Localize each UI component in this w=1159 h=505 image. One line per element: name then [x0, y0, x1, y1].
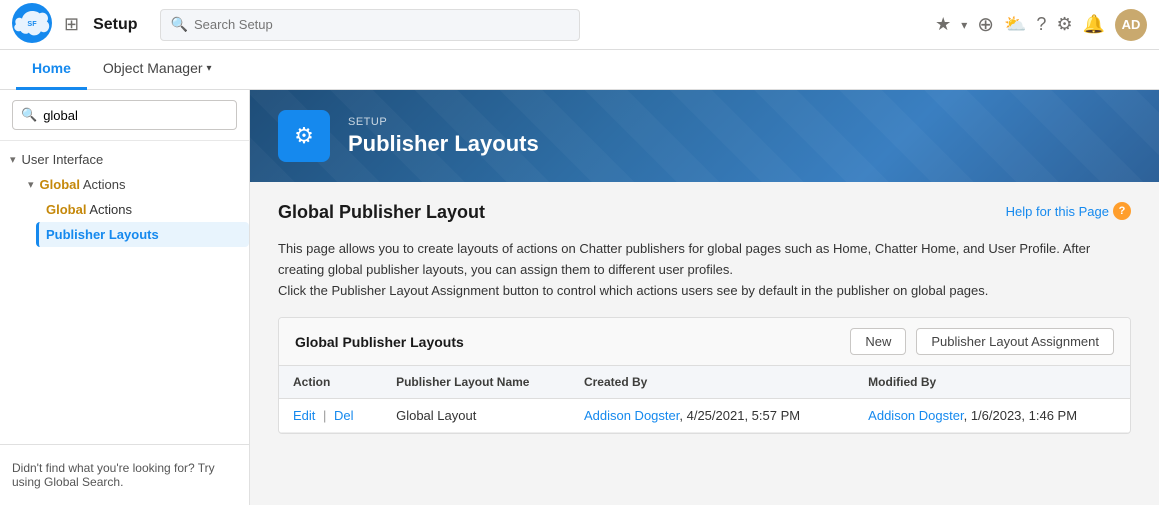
modified-by-cell: Addison Dogster, 1/6/2023, 1:46 PM: [854, 399, 1130, 433]
tab-object-manager[interactable]: Object Manager ▾: [87, 50, 228, 90]
layout-name-cell: Global Layout: [382, 399, 570, 433]
page-header-icon: ⚙: [278, 110, 330, 162]
top-nav: SF ⊞ Setup 🔍 ★ ▾ ⊕ ⛅ ? ⚙ 🔔 AD: [0, 0, 1159, 50]
publisher-layouts-table: Action Publisher Layout Name Created By …: [279, 366, 1130, 433]
sidebar-search-input[interactable]: [43, 108, 228, 123]
sidebar: 🔍 ▾ User Interface ▾ Global Actions: [0, 90, 250, 505]
add-icon[interactable]: ⊕: [977, 12, 994, 37]
chevron-down-icon: ▾: [10, 153, 16, 166]
table-header-title: Global Publisher Layouts: [295, 334, 840, 350]
sidebar-group-children-user-interface: ▾ Global Actions Global Actions Publishe…: [0, 172, 249, 247]
sidebar-group-global-actions: ▾ Global Actions Global Actions Publishe…: [18, 172, 249, 247]
search-icon: 🔍: [171, 16, 188, 33]
del-link[interactable]: Del: [334, 408, 354, 423]
publisher-layout-assignment-button[interactable]: Publisher Layout Assignment: [916, 328, 1114, 355]
tab-home[interactable]: Home: [16, 50, 87, 90]
chevron-down-icon: ▾: [207, 63, 212, 74]
col-header-modified-by: Modified By: [854, 366, 1130, 399]
help-icon[interactable]: ?: [1036, 14, 1046, 35]
setup-label: Setup: [93, 16, 137, 34]
page-header-setup-label: SETUP: [348, 116, 539, 128]
created-by-link[interactable]: Addison Dogster: [584, 408, 679, 423]
created-by-cell: Addison Dogster, 4/25/2021, 5:57 PM: [570, 399, 854, 433]
sidebar-group-label-global-actions: Global Actions: [40, 177, 126, 192]
table-section: Global Publisher Layouts New Publisher L…: [278, 317, 1131, 434]
favorites-chevron[interactable]: ▾: [961, 18, 967, 32]
sidebar-group-children-global-actions: Global Actions Publisher Layouts: [18, 197, 249, 247]
search-bar: 🔍: [160, 9, 580, 41]
pipe-separator: |: [323, 408, 326, 423]
favorites-icon[interactable]: ★: [935, 14, 951, 35]
sidebar-nav: ▾ User Interface ▾ Global Actions Global…: [0, 141, 249, 444]
chevron-down-icon: ▾: [28, 178, 34, 191]
table-header: Global Publisher Layouts New Publisher L…: [279, 318, 1130, 366]
action-cell: Edit | Del: [279, 399, 382, 433]
page-body: Global Publisher Layout Help for this Pa…: [250, 182, 1159, 454]
svg-text:SF: SF: [27, 19, 37, 28]
table-header-row: Action Publisher Layout Name Created By …: [279, 366, 1130, 399]
cloud-icon[interactable]: ⛅: [1004, 14, 1026, 35]
description-text: This page allows you to create layouts o…: [278, 239, 1131, 301]
sidebar-not-found: Didn't find what you're looking for? Try…: [0, 444, 249, 505]
table-row: Edit | Del Global Layout Addison Dogster…: [279, 399, 1130, 433]
main-content: ⚙ SETUP Publisher Layouts Global Publish…: [250, 90, 1159, 505]
page-header-banner: ⚙ SETUP Publisher Layouts: [250, 90, 1159, 182]
avatar[interactable]: AD: [1115, 9, 1147, 41]
top-nav-actions: ★ ▾ ⊕ ⛅ ? ⚙ 🔔 AD: [935, 9, 1147, 41]
page-header-title: Publisher Layouts: [348, 131, 539, 157]
edit-link[interactable]: Edit: [293, 408, 315, 423]
sidebar-group-label-user-interface: User Interface: [22, 152, 104, 167]
new-button[interactable]: New: [850, 328, 906, 355]
sidebar-group-header-user-interface[interactable]: ▾ User Interface: [0, 147, 249, 172]
search-input[interactable]: [194, 17, 569, 32]
sidebar-item-publisher-layouts[interactable]: Publisher Layouts: [36, 222, 249, 247]
sidebar-search-box: 🔍: [12, 100, 237, 130]
page-header-text: SETUP Publisher Layouts: [348, 116, 539, 157]
app-grid-icon[interactable]: ⊞: [64, 14, 79, 35]
col-header-created-by: Created By: [570, 366, 854, 399]
sidebar-search-icon: 🔍: [21, 107, 37, 123]
layout: 🔍 ▾ User Interface ▾ Global Actions: [0, 90, 1159, 505]
page-body-header: Global Publisher Layout Help for this Pa…: [278, 202, 1131, 233]
col-header-action: Action: [279, 366, 382, 399]
col-header-layout-name: Publisher Layout Name: [382, 366, 570, 399]
gear-icon[interactable]: ⚙: [1056, 14, 1072, 35]
modified-by-link[interactable]: Addison Dogster: [868, 408, 963, 423]
secondary-nav: Home Object Manager ▾: [0, 50, 1159, 90]
section-title: Global Publisher Layout: [278, 202, 485, 223]
salesforce-logo[interactable]: SF: [12, 3, 52, 46]
sidebar-item-global-actions[interactable]: Global Actions: [36, 197, 249, 222]
bell-icon[interactable]: 🔔: [1083, 14, 1105, 35]
help-circle-icon: ?: [1113, 202, 1131, 220]
help-link[interactable]: Help for this Page ?: [1006, 202, 1131, 230]
sidebar-group-header-global-actions[interactable]: ▾ Global Actions: [18, 172, 249, 197]
sidebar-search: 🔍: [0, 90, 249, 141]
sidebar-group-user-interface: ▾ User Interface ▾ Global Actions Global…: [0, 147, 249, 247]
